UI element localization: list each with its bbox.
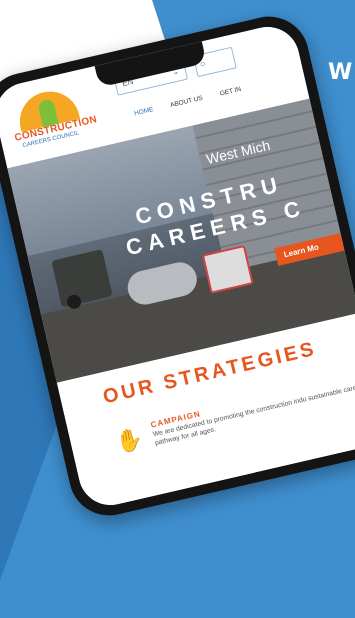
nav-get-in[interactable]: GET IN [219,86,242,98]
background-heading-letter: W [328,60,354,85]
strategy-item-text: tion programs and [304,467,355,487]
hand-icon: ✋ [113,425,146,456]
strategy-item-title: ... [246,491,256,502]
hero-vehicle [51,249,113,308]
nav-home[interactable]: HOME [134,106,155,117]
phone-screen: CONSTRUCTION CAREERS COUNCIL EN ⌄ ○ HOME… [0,20,355,512]
phone-frame: CONSTRUCTION CAREERS COUNCIL EN ⌄ ○ HOME… [0,8,355,524]
site-logo[interactable]: CONSTRUCTION CAREERS COUNCIL [6,83,98,157]
nav-about[interactable]: ABOUT US [170,95,204,109]
